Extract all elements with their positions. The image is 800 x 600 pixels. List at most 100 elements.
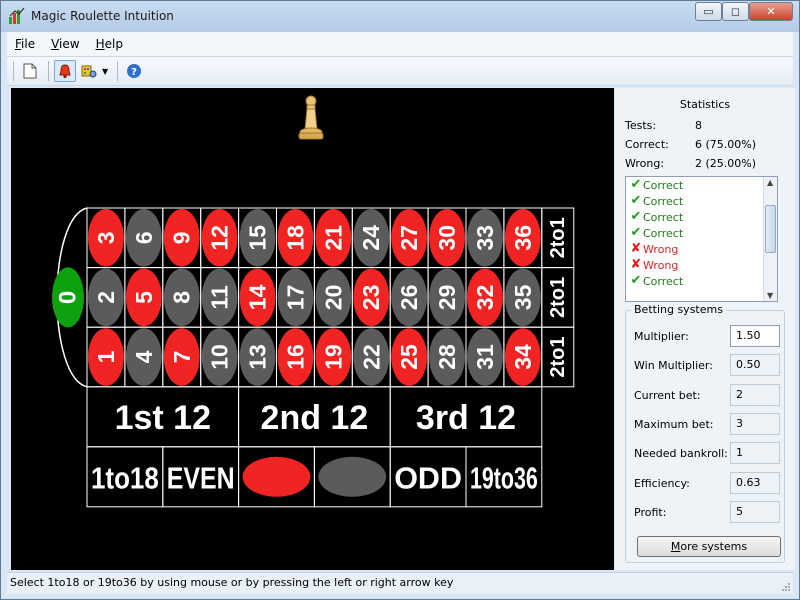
results-list[interactable]: ✔ Correct ✔ Correct ✔ Correct ✔ Correct ✘ Wrong ✘ W… (625, 176, 778, 302)
tests-label: Tests: (625, 119, 657, 132)
result-item[interactable]: ✘ Wrong (626, 257, 777, 273)
red-bet-ellipse (242, 456, 311, 497)
number-label: 4 (131, 350, 157, 363)
betting-row-value: 1 (730, 442, 780, 465)
number-label: 31 (472, 344, 498, 370)
checkmark-icon: ✔ (630, 177, 642, 192)
scroll-thumb[interactable] (765, 205, 776, 253)
chevron-down-icon[interactable]: ▼ (102, 67, 108, 76)
results-scrollbar[interactable]: ▲ ▼ (763, 177, 777, 301)
result-item[interactable]: ✘ Wrong (626, 241, 777, 257)
svg-text:?: ? (131, 67, 137, 78)
correct-value: 6 (75.00%) (695, 138, 757, 151)
number-label: 22 (358, 344, 384, 370)
betting-systems-group: Betting systems Multiplier: 1.50 Win Multi… (625, 303, 785, 563)
sound-toggle-button[interactable] (54, 60, 76, 82)
cross-icon: ✘ (630, 257, 642, 272)
result-text: Correct (643, 210, 684, 224)
result-item[interactable]: ✔ Correct (626, 273, 777, 289)
dozen-bet-label: 2nd 12 (261, 399, 369, 437)
status-text: Select 1to18 or 19to36 by using mouse or… (10, 576, 454, 589)
result-text: Wrong (643, 258, 679, 272)
betting-row-value: 0.50 (730, 354, 780, 377)
dozen-bet-label: 3rd 12 (416, 399, 516, 437)
close-button[interactable]: ✕ (749, 2, 793, 21)
menu-help-label: elp (104, 37, 123, 51)
more-systems-button[interactable]: More systems (637, 536, 781, 557)
number-label: 14 (245, 284, 271, 310)
number-label: 6 (131, 231, 157, 244)
wrong-value: 2 (25.00%) (695, 157, 757, 170)
number-label: 35 (510, 284, 536, 310)
number-label: 13 (245, 344, 271, 370)
number-label: 29 (434, 285, 460, 311)
colors-button[interactable] (78, 60, 100, 82)
new-button[interactable] (19, 60, 41, 82)
help-button[interactable]: ? (123, 60, 145, 82)
checkmark-icon: ✔ (630, 193, 642, 208)
number-label: 16 (282, 344, 308, 370)
menu-help[interactable]: Help (88, 37, 131, 51)
help-icon: ? (127, 64, 142, 78)
number-label: 19 (320, 344, 346, 370)
betting-row: Current bet: 2 (634, 383, 782, 406)
betting-row: Win Multiplier: 0.50 (634, 354, 782, 377)
status-bar: Select 1to18 or 19to36 by using mouse or… (7, 572, 793, 594)
result-item[interactable]: ✔ Correct (626, 177, 777, 193)
menu-view[interactable]: View (43, 37, 87, 51)
wrong-label: Wrong: (625, 157, 665, 170)
number-label: 20 (320, 285, 346, 311)
outside-bet-label: 1to18 (91, 460, 159, 495)
minimize-button[interactable]: ▭ (695, 2, 722, 21)
result-text: Correct (643, 274, 684, 288)
betting-row-label: Efficiency: (634, 476, 690, 490)
correct-label: Correct: (625, 138, 669, 151)
menu-help-accel: H (95, 37, 105, 51)
result-text: Correct (643, 194, 684, 208)
app-window: Magic Roulette Intuition ▭ ◻ ✕ File View… (0, 0, 800, 600)
number-label: 0 (55, 291, 82, 304)
results-items: ✔ Correct ✔ Correct ✔ Correct ✔ Correct ✘ Wrong ✘ W… (626, 177, 777, 289)
result-item[interactable]: ✔ Correct (626, 209, 777, 225)
number-label: 7 (169, 351, 195, 364)
number-label: 18 (282, 225, 308, 251)
app-logo-icon (9, 7, 25, 24)
title-bar[interactable]: Magic Roulette Intuition ▭ ◻ ✕ (1, 1, 799, 32)
column-bet-label: 2to1 (547, 277, 569, 318)
outside-bet-label: EVEN (167, 460, 235, 495)
result-item[interactable]: ✔ Correct (626, 225, 777, 241)
maximize-button[interactable]: ◻ (722, 2, 749, 21)
scroll-up-icon[interactable]: ▲ (767, 178, 773, 187)
number-label: 27 (396, 225, 422, 251)
pawn-marker-icon (298, 95, 324, 140)
number-label: 36 (510, 225, 536, 251)
outside-bet-label: ODD (394, 460, 462, 495)
betting-row: Profit: 5 (634, 500, 782, 523)
number-label: 24 (358, 225, 384, 251)
window-controls: ▭ ◻ ✕ (695, 2, 793, 21)
column-bet-label: 2to1 (547, 217, 569, 258)
betting-row-value: 2 (730, 383, 780, 406)
betting-row: Efficiency: 0.63 (634, 471, 782, 494)
result-item[interactable]: ✔ Correct (626, 193, 777, 209)
black-bet-ellipse (318, 456, 387, 497)
betting-systems-title: Betting systems (631, 303, 726, 316)
number-label: 25 (396, 344, 422, 370)
betting-row: Multiplier: 1.50 (634, 325, 782, 347)
menu-bar: File View Help (7, 32, 793, 56)
number-label: 17 (282, 285, 308, 311)
number-label: 1 (93, 350, 119, 363)
number-label: 15 (245, 225, 271, 251)
scroll-down-icon[interactable]: ▼ (767, 291, 773, 300)
number-label: 34 (510, 344, 536, 370)
number-label: 8 (169, 291, 195, 304)
multiplier-input[interactable]: 1.50 (730, 325, 780, 347)
checkmark-icon: ✔ (630, 273, 642, 288)
roulette-table[interactable]: 0 3 6 9 12 15 18 21 24 27 30 33 36 2to1 2 5 8 11 14 17 20 23 2… (11, 88, 614, 570)
resize-grip-icon[interactable] (781, 582, 791, 592)
menu-file[interactable]: File (7, 37, 43, 51)
roulette-board[interactable]: 03 6 9 12 15 18 21 24 27 30 33 36 2to12 5 8 11 14 17 20 23 2… (11, 88, 614, 570)
toolbar: ▼ ? (7, 56, 793, 86)
new-document-icon (23, 63, 37, 79)
dozen-bet-label: 1st 12 (115, 399, 211, 437)
